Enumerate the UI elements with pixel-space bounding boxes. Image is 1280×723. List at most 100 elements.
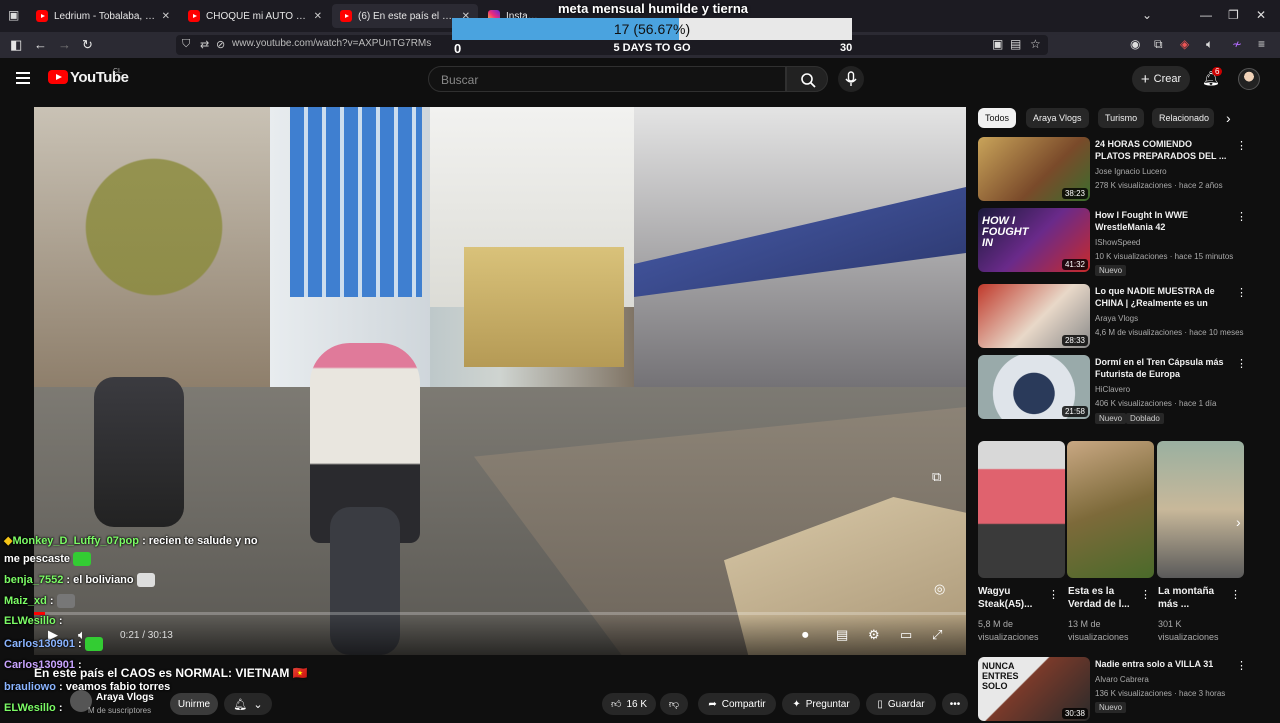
dislike-button[interactable]: 👎︎: [660, 693, 688, 715]
chip-all[interactable]: Todos: [978, 108, 1017, 128]
recommendation-channel[interactable]: IShowSpeed: [1095, 238, 1140, 247]
recommendation-channel[interactable]: Araya Vlogs: [1095, 314, 1138, 323]
extension-badge-icon[interactable]: ◈: [1180, 37, 1189, 51]
share-button[interactable]: ➦ Compartir: [698, 693, 776, 715]
chevron-right-icon[interactable]: ›: [1236, 514, 1241, 530]
back-icon[interactable]: ←: [34, 37, 47, 52]
search-box[interactable]: [428, 66, 786, 92]
pip-icon[interactable]: ▣: [992, 37, 1003, 51]
thumbs-down-icon: 👎︎: [668, 699, 680, 710]
duration-badge: 28:33: [1061, 335, 1088, 346]
chip-related[interactable]: Relacionado: [1152, 108, 1214, 128]
short-thumbnail[interactable]: [1067, 441, 1154, 578]
video-player[interactable]: ▶ 🔈︎ 0:21 / 30:13 ⏺ ▤ ⚙ ▭ ⤢ ⧉ ◎: [34, 107, 966, 655]
create-label: Crear: [1153, 73, 1182, 85]
like-button[interactable]: 👍︎ 16 K: [602, 693, 656, 715]
recommendation-channel[interactable]: HiClavero: [1095, 385, 1130, 394]
subtitles-icon[interactable]: ▤: [836, 627, 848, 643]
reload-icon[interactable]: ↻: [82, 37, 93, 53]
video-thumbnail[interactable]: HOW I FOUGHT IN 41:32: [978, 208, 1090, 272]
recommendation-channel[interactable]: Alvaro Cabrera: [1095, 675, 1149, 684]
menu-icon[interactable]: ≡: [1258, 37, 1265, 51]
video-thumbnail[interactable]: 28:33: [978, 284, 1090, 348]
more-vertical-icon[interactable]: ⋮: [1230, 588, 1241, 601]
browser-tab[interactable]: Ledrium - Tobalaba, MUT, Av. P ✕: [28, 4, 178, 28]
chip-tourism[interactable]: Turismo: [1098, 108, 1145, 128]
voice-search-button[interactable]: [838, 66, 864, 92]
account-icon[interactable]: ◉: [1130, 37, 1140, 51]
recommendation-item[interactable]: 38:23 24 HORAS COMIENDO PLATOS PREPARADO…: [978, 137, 1268, 203]
theater-mode-icon[interactable]: ▭: [900, 627, 912, 643]
more-vertical-icon[interactable]: ⋮: [1236, 286, 1247, 299]
chat-message: ELWesillo :: [4, 615, 63, 627]
save-button[interactable]: ▯ Guardar: [866, 693, 936, 715]
subscription-bell-button[interactable]: 🔔︎ ⌄: [224, 693, 272, 715]
player-controls: [34, 615, 966, 655]
search-button[interactable]: [786, 66, 828, 92]
channel-name[interactable]: Araya Vlogs: [96, 692, 154, 703]
settings-gear-icon[interactable]: ⚙: [868, 627, 880, 643]
create-button[interactable]: + Crear: [1132, 66, 1190, 92]
video-thumbnail[interactable]: 21:58: [978, 355, 1090, 419]
forward-icon[interactable]: →: [58, 37, 71, 52]
short-thumbnail[interactable]: [1157, 441, 1244, 578]
browser-tab[interactable]: CHOQUÉ mi AUTO 🐵 - YouTu ✕: [180, 4, 330, 28]
extensions-icon[interactable]: ⧉: [1154, 37, 1163, 52]
short-title[interactable]: Esta es la Verdad de l...: [1068, 585, 1140, 611]
recommendation-title[interactable]: 24 HORAS COMIENDO PLATOS PREPARADOS DEL …: [1095, 138, 1229, 162]
chevron-down-icon[interactable]: ⌄: [1142, 8, 1152, 22]
reader-icon[interactable]: ▤: [1010, 37, 1021, 51]
search-input[interactable]: [441, 73, 761, 87]
restore-icon[interactable]: ❐: [1228, 8, 1239, 22]
youtube-logo-icon[interactable]: [48, 70, 68, 84]
recommendation-title[interactable]: How I Fought In WWE WrestleMania 42: [1095, 209, 1229, 233]
short-title[interactable]: La montaña más ...: [1158, 585, 1230, 611]
more-vertical-icon[interactable]: ⋮: [1236, 139, 1247, 152]
more-vertical-icon[interactable]: ⋮: [1236, 357, 1247, 370]
short-thumbnail[interactable]: [978, 441, 1065, 578]
more-vertical-icon[interactable]: ⋮: [1236, 659, 1247, 672]
shield-icon[interactable]: ⛉: [182, 38, 190, 51]
close-icon[interactable]: ✕: [162, 11, 170, 22]
recommendation-title[interactable]: Nadie entra solo a VILLA 31: [1095, 658, 1229, 670]
more-vertical-icon[interactable]: ⋮: [1048, 588, 1059, 601]
hamburger-menu-icon[interactable]: [16, 72, 30, 84]
volume-icon[interactable]: 🔈︎: [1206, 37, 1213, 52]
chip-channel[interactable]: Araya Vlogs: [1026, 108, 1089, 128]
ask-button[interactable]: ✦ Preguntar: [782, 693, 860, 715]
url-text[interactable]: www.youtube.com/watch?v=AXPUnTG7RMs: [232, 38, 431, 49]
sidebar-icon[interactable]: ◧: [10, 37, 22, 53]
video-thumbnail[interactable]: NUNCA ENTRES SOLO 30:38: [978, 657, 1090, 721]
lock-icon[interactable]: ⊘: [216, 38, 225, 51]
chat-message: ELWesillo :: [4, 702, 63, 714]
avatar[interactable]: [1238, 68, 1260, 90]
chevron-right-icon[interactable]: ›: [1226, 110, 1231, 126]
autoplay-toggle-icon[interactable]: ⏺: [802, 627, 809, 643]
more-actions-button[interactable]: •••: [942, 693, 968, 715]
video-thumbnail[interactable]: 38:23: [978, 137, 1090, 201]
recommendation-title[interactable]: Dormí en el Tren Cápsula más Futurista d…: [1095, 356, 1229, 380]
recommendation-item[interactable]: 28:33 Lo que NADIE MUESTRA de CHINA | ¿R…: [978, 284, 1268, 350]
short-title[interactable]: Wagyu Steak(A5)...: [978, 585, 1050, 611]
tab-list-icon[interactable]: ▣: [8, 8, 19, 22]
recommendation-title[interactable]: Lo que NADIE MUESTRA de CHINA | ¿Realmen…: [1095, 285, 1229, 309]
miniplayer-icon[interactable]: ⧉: [932, 469, 941, 485]
fullscreen-icon[interactable]: ⤢: [932, 627, 942, 643]
recommendation-channel[interactable]: Jose Ignacio Lucero: [1095, 167, 1167, 176]
recommendation-item[interactable]: HOW I FOUGHT IN 41:32 How I Fought In WW…: [978, 208, 1268, 276]
close-window-icon[interactable]: ✕: [1256, 8, 1266, 22]
close-icon[interactable]: ✕: [314, 11, 322, 22]
permissions-icon[interactable]: ⇄: [200, 38, 209, 51]
plus-icon: +: [1140, 70, 1150, 88]
bookmark-star-icon[interactable]: ☆: [1030, 37, 1041, 51]
notification-count-badge: 6: [1212, 67, 1223, 76]
tab-label: CHOQUÉ mi AUTO 🐵 - YouTu: [206, 10, 308, 22]
minimize-icon[interactable]: —: [1200, 8, 1212, 22]
video-title: En este país el CAOS es NORMAL: VIETNAM …: [34, 666, 308, 680]
recommendation-item[interactable]: NUNCA ENTRES SOLO 30:38 Nadie entra solo…: [978, 657, 1268, 723]
recommendation-item[interactable]: 21:58 Dormí en el Tren Cápsula más Futur…: [978, 355, 1268, 424]
more-vertical-icon[interactable]: ⋮: [1140, 588, 1151, 601]
join-button[interactable]: Unirme: [170, 693, 218, 715]
extension-icon[interactable]: ≁: [1232, 37, 1242, 51]
more-vertical-icon[interactable]: ⋮: [1236, 210, 1247, 223]
